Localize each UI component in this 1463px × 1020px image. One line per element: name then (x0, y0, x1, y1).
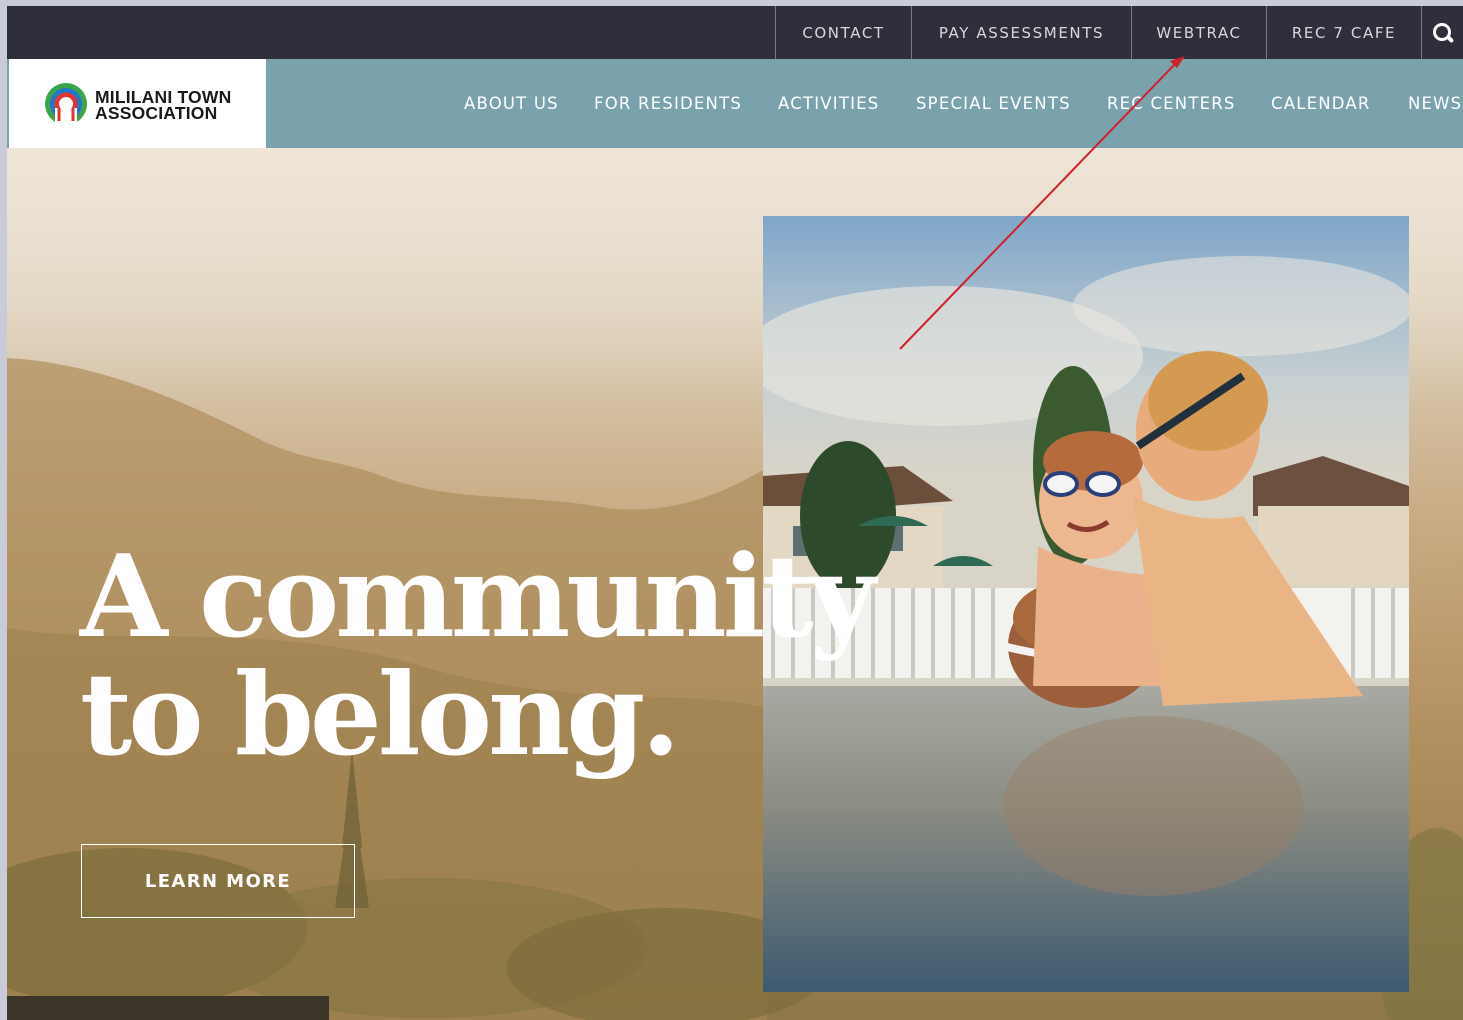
learn-more-button[interactable]: LEARN MORE (81, 844, 355, 918)
utility-bar: CONTACT PAY ASSESSMENTS WEBTRAC REC 7 CA… (7, 6, 1463, 59)
nav-for-residents[interactable]: FOR RESIDENTS (594, 59, 742, 148)
nav-activities[interactable]: ACTIVITIES (778, 59, 879, 148)
main-nav: MILILANI TOWN ASSOCIATION ABOUT US FOR R… (7, 59, 1463, 148)
nav-about-us[interactable]: ABOUT US (464, 59, 559, 148)
utility-link-contact[interactable]: CONTACT (775, 6, 911, 59)
nav-news[interactable]: NEWS (1408, 59, 1462, 148)
nav-calendar[interactable]: CALENDAR (1271, 59, 1371, 148)
hero-section: A community to belong. LEARN MORE (7, 148, 1463, 1020)
logo-line-2: ASSOCIATION (95, 103, 218, 123)
hero-headline: A community to belong. (80, 530, 875, 781)
nav-rec-centers[interactable]: REC CENTERS (1107, 59, 1236, 148)
utility-link-rec7-cafe[interactable]: REC 7 CAFE (1266, 6, 1421, 59)
hero-headline-line-1: A community (80, 530, 875, 663)
search-icon (1432, 22, 1453, 43)
mta-rainbow-logo-icon (45, 83, 87, 127)
utility-link-pay-assessments[interactable]: PAY ASSESSMENTS (911, 6, 1131, 59)
nav-special-events[interactable]: SPECIAL EVENTS (916, 59, 1071, 148)
hero-headline-line-2: to belong. (80, 648, 681, 781)
site-logo-link[interactable]: MILILANI TOWN ASSOCIATION (9, 59, 266, 148)
browser-viewport: CONTACT PAY ASSESSMENTS WEBTRAC REC 7 CA… (7, 6, 1463, 1020)
search-button[interactable] (1421, 6, 1463, 59)
utility-link-webtrac[interactable]: WEBTRAC (1131, 6, 1266, 59)
logo-text: MILILANI TOWN ASSOCIATION (95, 88, 231, 123)
